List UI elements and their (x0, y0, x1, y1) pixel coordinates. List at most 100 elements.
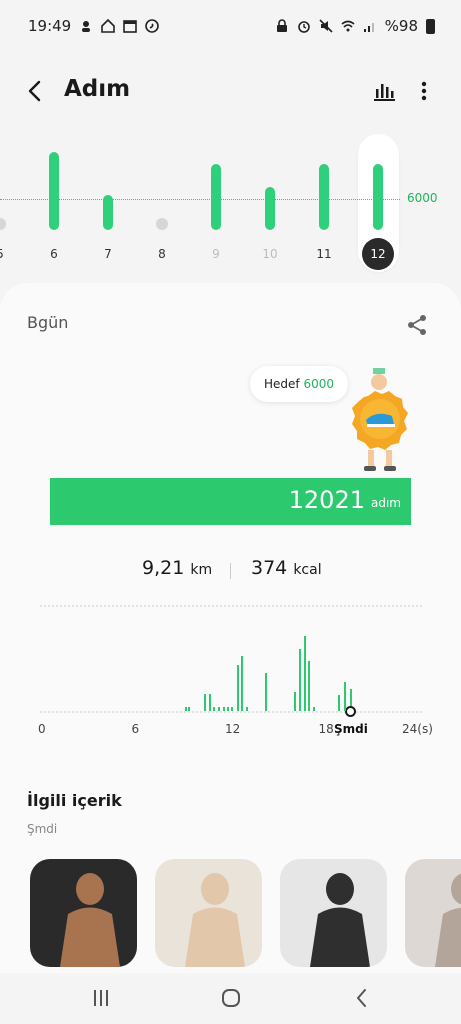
hourly-bar (264, 673, 267, 711)
weekly-steps-strip[interactable]: 6000 5 6 7 8 9 10 11 12 (0, 130, 461, 275)
related-content-subtitle: Şmdi (27, 822, 58, 836)
day-bar-6[interactable] (49, 152, 59, 230)
day-bar-10[interactable] (265, 187, 275, 230)
status-bar: 19:49 %98 (0, 0, 461, 52)
stretch-workout-thumbnail[interactable] (155, 859, 262, 967)
calories-unit: kcal (293, 562, 322, 578)
day-label-9[interactable]: 9 (201, 247, 231, 261)
day-label-12[interactable]: 12 (362, 238, 394, 270)
hourly-bar (204, 693, 207, 711)
hourly-bar (208, 693, 211, 711)
app-header: Adım (0, 68, 461, 114)
alarm-icon (297, 21, 310, 33)
hourly-bar (294, 691, 297, 711)
back-arrow-icon (28, 80, 41, 102)
stats-row: 9,21 km 374 kcal (0, 557, 461, 587)
steps-unit: adım (371, 496, 401, 510)
share-button[interactable] (406, 314, 430, 338)
date-label: Bgün (27, 313, 69, 332)
back-button[interactable] (22, 78, 48, 104)
nav-back-button[interactable] (348, 986, 374, 1010)
hourly-baseline (40, 711, 422, 713)
nav-back-icon (357, 989, 366, 1007)
home-button[interactable] (218, 986, 244, 1010)
day-bar-11[interactable] (319, 163, 329, 230)
distance-value: 9,21 (142, 557, 185, 579)
more-options-button[interactable] (411, 78, 437, 104)
mascot-illustration (352, 368, 408, 471)
hourly-bar (303, 636, 306, 711)
day-label-8[interactable]: 8 (147, 247, 177, 261)
hourly-bar (344, 682, 347, 711)
signal-icon (363, 23, 374, 32)
more-vertical-icon (421, 81, 427, 101)
stat-divider (230, 563, 231, 579)
hourly-tick-label: 18 (318, 722, 334, 736)
related-content-title: İlgili içerik (27, 791, 122, 810)
hourly-bar (313, 707, 316, 711)
hourly-bar (299, 649, 302, 711)
recent-apps-button[interactable] (88, 986, 114, 1010)
page-title: Adım (64, 76, 131, 102)
hourly-tick-label: 12 (225, 722, 241, 736)
hourly-steps-chart[interactable]: 0 6 12 18 Şmdi 24(s) (0, 593, 461, 738)
mute-icon (319, 19, 333, 33)
home-icon (101, 19, 116, 33)
day-bar-5[interactable] (0, 218, 6, 230)
hourly-bar (227, 707, 230, 711)
hourly-bar (230, 707, 233, 711)
hourly-bar (308, 661, 311, 711)
wifi-icon (341, 20, 355, 32)
hourly-tick-label: 0 (38, 722, 46, 736)
bar-chart-icon (374, 84, 395, 101)
hourly-bar (218, 707, 221, 711)
hourly-top-gridline (40, 605, 422, 607)
lock-icon (276, 19, 287, 32)
goal-value: 6000 (303, 377, 335, 391)
distance-unit: km (190, 562, 213, 578)
day-bar-12[interactable] (373, 163, 383, 230)
day-label-5[interactable]: 5 (0, 247, 15, 261)
yoga-workout-thumbnail[interactable] (405, 859, 461, 967)
distance-stat: 9,21 km (142, 557, 212, 579)
hourly-bar (188, 707, 191, 711)
hourly-bar (338, 695, 341, 711)
goal-line-label: 6000 (407, 191, 438, 205)
home-button-icon (222, 989, 240, 1007)
calories-value: 374 (251, 557, 288, 579)
hourly-bar (185, 707, 188, 711)
steps-progress-bar: 12021 adım (50, 478, 411, 525)
related-content-carousel[interactable] (0, 859, 461, 969)
hourly-tick-label: 24(s) (402, 722, 433, 736)
day-bar-7[interactable] (103, 194, 113, 230)
calories-stat: 374 kcal (251, 557, 322, 579)
goal-line (0, 199, 400, 200)
notification-icon (82, 21, 91, 32)
day-bar-9[interactable] (211, 163, 221, 230)
status-time: 19:49 (28, 17, 72, 35)
battery-icon (426, 18, 435, 34)
chart-view-button[interactable] (371, 78, 397, 104)
recent-apps-icon (94, 990, 108, 1006)
day-label-11[interactable]: 11 (309, 247, 339, 261)
steps-count: 12021 (288, 486, 365, 514)
goal-prefix: Hedef (264, 377, 300, 391)
shazam-icon (145, 19, 160, 33)
hourly-bar (213, 707, 216, 711)
abs-workout-thumbnail[interactable] (30, 859, 137, 967)
system-nav-bar (0, 973, 461, 1024)
day-bar-8[interactable] (156, 218, 168, 230)
battery-percent: %98 (384, 17, 418, 35)
share-icon (408, 315, 426, 335)
hourly-bar (236, 665, 239, 711)
kick-workout-thumbnail[interactable] (280, 859, 387, 967)
goal-bubble: Hedef 6000 (250, 366, 349, 402)
hourly-bar (241, 655, 244, 711)
today-card: Bgün Hedef 6000 12021 adım 9,21 km 374 k… (0, 283, 461, 973)
hourly-bar (246, 707, 249, 711)
day-label-6[interactable]: 6 (39, 247, 69, 261)
hourly-tick-label: 6 (131, 722, 140, 736)
day-label-10[interactable]: 10 (255, 247, 285, 261)
day-label-7[interactable]: 7 (93, 247, 123, 261)
hourly-tick-label: Şmdi (334, 722, 368, 736)
